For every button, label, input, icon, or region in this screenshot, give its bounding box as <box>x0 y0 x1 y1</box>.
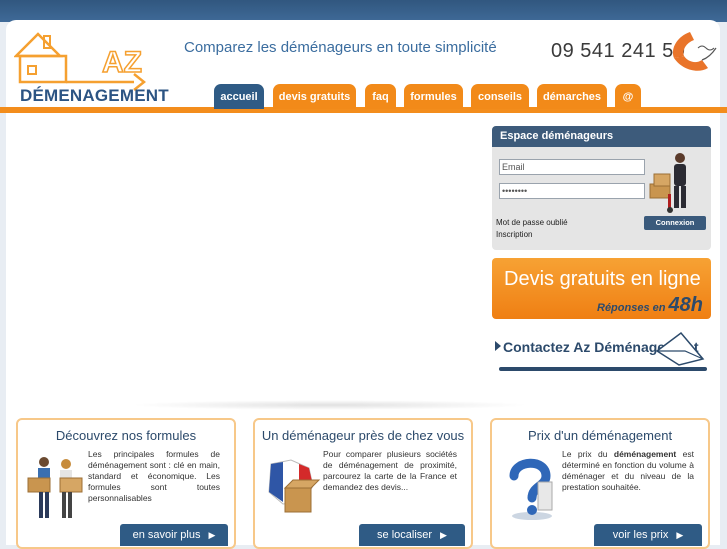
card-demenageur-proche: Un déménageur près de chez vous Pour com… <box>253 418 473 549</box>
card-prix-text-a: Le prix du <box>562 449 614 459</box>
devis-banner-sub-prefix: Réponses en <box>597 302 666 314</box>
couple-with-boxes-icon <box>27 457 83 518</box>
tab-formules[interactable]: formules <box>404 84 463 109</box>
card-prix-text-bold: déménagement <box>613 449 677 459</box>
card-formules: Découvrez nos formules Les principales f… <box>16 418 236 549</box>
contact-underline <box>499 367 707 371</box>
card-formules-title: Découvrez nos formules <box>55 428 197 443</box>
tagline: Comparez les déménageurs en toute simpli… <box>184 39 497 56</box>
tab-contact-email[interactable]: @ <box>615 84 641 109</box>
voir-les-prix-label: voir les prix <box>612 529 669 541</box>
play-arrow-icon: ▶ <box>208 529 216 540</box>
france-map-box-icon <box>268 459 321 513</box>
tab-faq[interactable]: faq <box>365 84 396 109</box>
panel-title: Espace déménageurs <box>492 126 711 147</box>
en-savoir-plus-label: en savoir plus <box>132 529 201 541</box>
voir-les-prix-button[interactable]: voir les prix ▶ <box>594 524 702 546</box>
card-prix: Prix d'un déménagement Le prix du déména… <box>490 418 710 549</box>
connexion-button[interactable]: Connexion <box>644 216 706 230</box>
contact-link[interactable]: Contactez Az Déménagement <box>495 331 710 373</box>
se-localiser-label: se localiser <box>377 529 433 541</box>
logo-letters: AZ <box>102 46 142 79</box>
envelope-icon <box>655 331 705 366</box>
play-arrow-icon: ▶ <box>676 529 684 540</box>
devis-gratuits-banner[interactable]: Devis gratuits en ligne Réponses en 48h <box>492 258 711 319</box>
devis-banner-title: Devis gratuits en ligne <box>504 268 701 290</box>
logo-subtitle: DÉMENAGEMENT <box>20 86 169 105</box>
devis-banner-hours: 48h <box>668 294 703 316</box>
tab-accueil[interactable]: accueil <box>214 84 264 109</box>
tab-conseils[interactable]: conseils <box>471 84 529 109</box>
devis-banner-subtitle: Réponses en 48h <box>597 294 703 317</box>
espace-demenageurs-panel: Espace déménageurs Email •••••••• Mot de… <box>492 126 711 250</box>
card-formules-text: Les principales formules de déménagement… <box>88 449 220 503</box>
question-mark-icon <box>509 458 553 520</box>
top-bar <box>0 0 727 22</box>
password-field[interactable]: •••••••• <box>499 183 645 199</box>
card-prix-text: Le prix du déménagement est déterminé en… <box>562 449 694 493</box>
email-field[interactable]: Email <box>499 159 645 175</box>
card-demenageur-text: Pour comparer plusieurs sociétés de démé… <box>323 449 457 492</box>
section-shadow <box>130 400 530 410</box>
forgot-password-link[interactable]: Mot de passe oublié <box>496 218 568 227</box>
card-demenageur-title: Un déménageur près de chez vous <box>261 428 465 443</box>
triangle-arrow-icon <box>495 341 501 351</box>
mover-with-boxes-icon <box>649 153 686 213</box>
tab-demarches[interactable]: démarches <box>537 84 607 109</box>
play-arrow-icon: ▶ <box>440 529 447 540</box>
en-savoir-plus-button[interactable]: en savoir plus ▶ <box>120 524 228 546</box>
inscription-link[interactable]: Inscription <box>496 230 532 239</box>
tab-devis-gratuits[interactable]: devis gratuits <box>273 84 356 109</box>
phone-icon <box>672 32 717 71</box>
se-localiser-button[interactable]: se localiser ▶ <box>359 524 465 546</box>
card-prix-title: Prix d'un déménagement <box>527 428 673 443</box>
phone-number[interactable]: 09 541 241 50 <box>551 40 685 63</box>
